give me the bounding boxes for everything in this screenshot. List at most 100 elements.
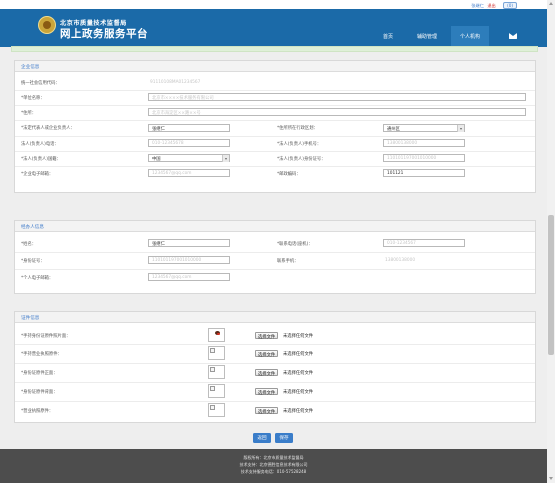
- district-label: *住所所在行政区划：: [277, 126, 318, 131]
- unit-name-input[interactable]: 北京市××××技术服务有限公司: [148, 93, 526, 101]
- photo-icon: [215, 331, 220, 335]
- email-input[interactable]: 1234567@qq.com: [148, 169, 230, 177]
- file-status: 未选择任何文件: [283, 390, 314, 395]
- nationality-value: 中国: [152, 157, 161, 163]
- broken-image-icon: [208, 365, 225, 379]
- scrollbar-thumb[interactable]: [548, 215, 554, 355]
- rep-id-label: *法人(负责人)身份证号：: [277, 157, 326, 162]
- choose-file-button[interactable]: 选择文件: [255, 350, 279, 358]
- nationality-select[interactable]: 中国: [148, 154, 230, 162]
- address-label: *住所：: [21, 111, 37, 116]
- agent-id-label: *身份证号：: [21, 259, 45, 264]
- enterprise-panel: 企业信息 统一社会信用代码： 91110108MA01234567 *单位名称：…: [14, 60, 536, 193]
- row-email: *企业电子邮箱： 1234567@qq.com *邮政编码： 101121: [15, 166, 535, 181]
- broken-image-icon: [208, 403, 225, 417]
- agent-contact-input[interactable]: 010-1234567: [383, 239, 465, 247]
- row-agent-name: *姓名： 张继仁 *联系电话(座机)： 010-1234567: [15, 235, 535, 253]
- logout-link[interactable]: 退出: [487, 3, 495, 8]
- cert-row: *身份证原件正面： 选择文件 未选择任何文件: [15, 363, 535, 383]
- save-button[interactable]: 保存: [275, 433, 293, 443]
- back-button[interactable]: 返回: [253, 433, 271, 443]
- district-select[interactable]: 通州区: [383, 124, 465, 132]
- username-link[interactable]: 张继仁: [471, 3, 484, 8]
- address-input[interactable]: 北京市海淀区××路××号: [148, 108, 526, 116]
- agent-header: 经办人信息: [15, 221, 535, 232]
- rep-phone-input[interactable]: 010-12345678: [148, 139, 230, 147]
- nationality-label: *法人(负责人)国籍：: [21, 157, 61, 162]
- agent-mobile-label: 联系手机：: [277, 259, 299, 264]
- legal-rep-label: *法定代表人或企业负责人：: [21, 126, 75, 131]
- site-footer: 版权所有：北京市质量技术监督局 技术支持：北京德胜信息技术有限公司 技术支持服务…: [0, 449, 547, 483]
- row-legal-rep: *法定代表人或企业负责人： 张继仁 *住所所在行政区划： 通州区: [15, 120, 535, 137]
- footer-copyright: 版权所有：北京市质量技术监督局: [243, 455, 304, 460]
- enterprise-title: 企业信息: [21, 64, 40, 70]
- file-status: 未选择任何文件: [283, 334, 314, 339]
- credit-code-label: 统一社会信用代码：: [21, 81, 60, 86]
- enterprise-header: 企业信息: [15, 61, 535, 72]
- row-address: *住所： 北京市海淀区××路××号: [15, 105, 535, 121]
- cert-label: *身份证原件背面：: [21, 390, 58, 395]
- cert-row: *手持身份证原件照片面： 选择文件 未选择任何文件: [15, 326, 535, 345]
- platform-title: 网上政务服务平台: [60, 28, 148, 40]
- file-status: 未选择任何文件: [283, 371, 314, 376]
- nav-personal[interactable]: 个人机构: [451, 26, 489, 48]
- row-nationality: *法人(负责人)国籍： 中国 *法人(负责人)身份证号： 11010119700…: [15, 151, 535, 167]
- rep-mobile-input[interactable]: 13800138000: [383, 139, 465, 147]
- unit-name-label: *单位名称：: [21, 96, 45, 101]
- certificate-panel: 证件信息 *手持身份证原件照片面： 选择文件 未选择任何文件 *手持营业执照原件…: [14, 311, 536, 423]
- rep-id-input[interactable]: 110101197001010000: [383, 154, 465, 162]
- row-unit-name: *单位名称： 北京市××××技术服务有限公司: [15, 90, 535, 106]
- choose-file-button[interactable]: 选择文件: [255, 369, 279, 377]
- scroll-down-icon[interactable]: [549, 477, 553, 480]
- broken-image-icon: [208, 384, 225, 398]
- choose-file-button[interactable]: 选择文件: [255, 388, 279, 396]
- footer-tech-support: 技术支持：北京德胜信息技术有限公司: [239, 462, 308, 467]
- rep-mobile-label: *法人(负责人)手机号：: [277, 142, 322, 147]
- cert-label: *手持身份证原件照片面：: [21, 334, 71, 339]
- notice-bar: [11, 46, 538, 52]
- footer-hotline: 技术支持服务电话：010-57528248: [240, 469, 307, 474]
- postcode-label: *邮政编码：: [277, 172, 301, 177]
- agent-contact-label: *联系电话(座机)：: [277, 242, 313, 247]
- nav-assist[interactable]: 辅助管理: [409, 26, 445, 47]
- row-agent-id: *身份证号： 110101197001010000 联系手机： 13800138…: [15, 252, 535, 270]
- district-value: 通州区: [387, 127, 400, 133]
- scroll-up-icon[interactable]: [549, 2, 553, 5]
- cert-label: *身份证原件正面：: [21, 371, 58, 376]
- choose-file-button[interactable]: 选择文件: [255, 407, 279, 415]
- agent-email-input[interactable]: 1234567@qq.com: [148, 273, 230, 281]
- emblem-icon: [38, 16, 56, 34]
- broken-image-icon: [208, 346, 225, 360]
- row-agent-email: *个人电子邮箱： 1234567@qq.com: [15, 269, 535, 286]
- agent-mobile-value: 13800138000: [385, 258, 416, 263]
- photo-thumbnail: [208, 328, 225, 342]
- nav-home[interactable]: 首页: [373, 26, 403, 47]
- credit-code-value: 91110108MA01234567: [150, 80, 201, 85]
- row-credit-code: 统一社会信用代码： 91110108MA01234567: [15, 75, 535, 91]
- agent-email-label: *个人电子邮箱：: [21, 276, 54, 281]
- mail-icon[interactable]: [509, 33, 517, 39]
- cert-row: *营业执照原件： 选择文件 未选择任何文件: [15, 401, 535, 420]
- row-rep-phone: 法人(负责人)电话： 010-12345678 *法人(负责人)手机号： 138…: [15, 136, 535, 152]
- cert-label: *营业执照原件：: [21, 409, 54, 414]
- legal-rep-input[interactable]: 张继仁: [148, 124, 230, 132]
- postcode-input[interactable]: 101121: [383, 169, 465, 177]
- agent-panel: 经办人信息 *姓名： 张继仁 *联系电话(座机)： 010-1234567 *身…: [14, 220, 536, 294]
- cert-row: *手持营业执照原件： 选择文件 未选择任何文件: [15, 344, 535, 364]
- choose-file-button[interactable]: 选择文件: [255, 332, 279, 340]
- cert-row: *身份证原件背面： 选择文件 未选择任何文件: [15, 382, 535, 402]
- chevron-down-icon: [457, 125, 464, 132]
- site-header: 北京市质量技术监督局 网上政务服务平台 首页 辅助管理 个人机构: [0, 9, 547, 48]
- chevron-down-icon: [222, 155, 229, 162]
- file-status: 未选择任何文件: [283, 352, 314, 357]
- certificate-title: 证件信息: [21, 315, 40, 321]
- certificate-header: 证件信息: [15, 312, 535, 323]
- agent-name-input[interactable]: 张继仁: [148, 239, 230, 247]
- top-strip: [0, 0, 547, 9]
- agent-name-label: *姓名：: [21, 242, 37, 247]
- agent-id-input[interactable]: 110101197001010000: [148, 256, 230, 264]
- agent-title: 经办人信息: [21, 224, 44, 230]
- message-badge[interactable]: (0): [503, 2, 517, 9]
- cert-label: *手持营业执照原件：: [21, 352, 62, 357]
- user-links: 张继仁 退出 (0): [471, 2, 517, 9]
